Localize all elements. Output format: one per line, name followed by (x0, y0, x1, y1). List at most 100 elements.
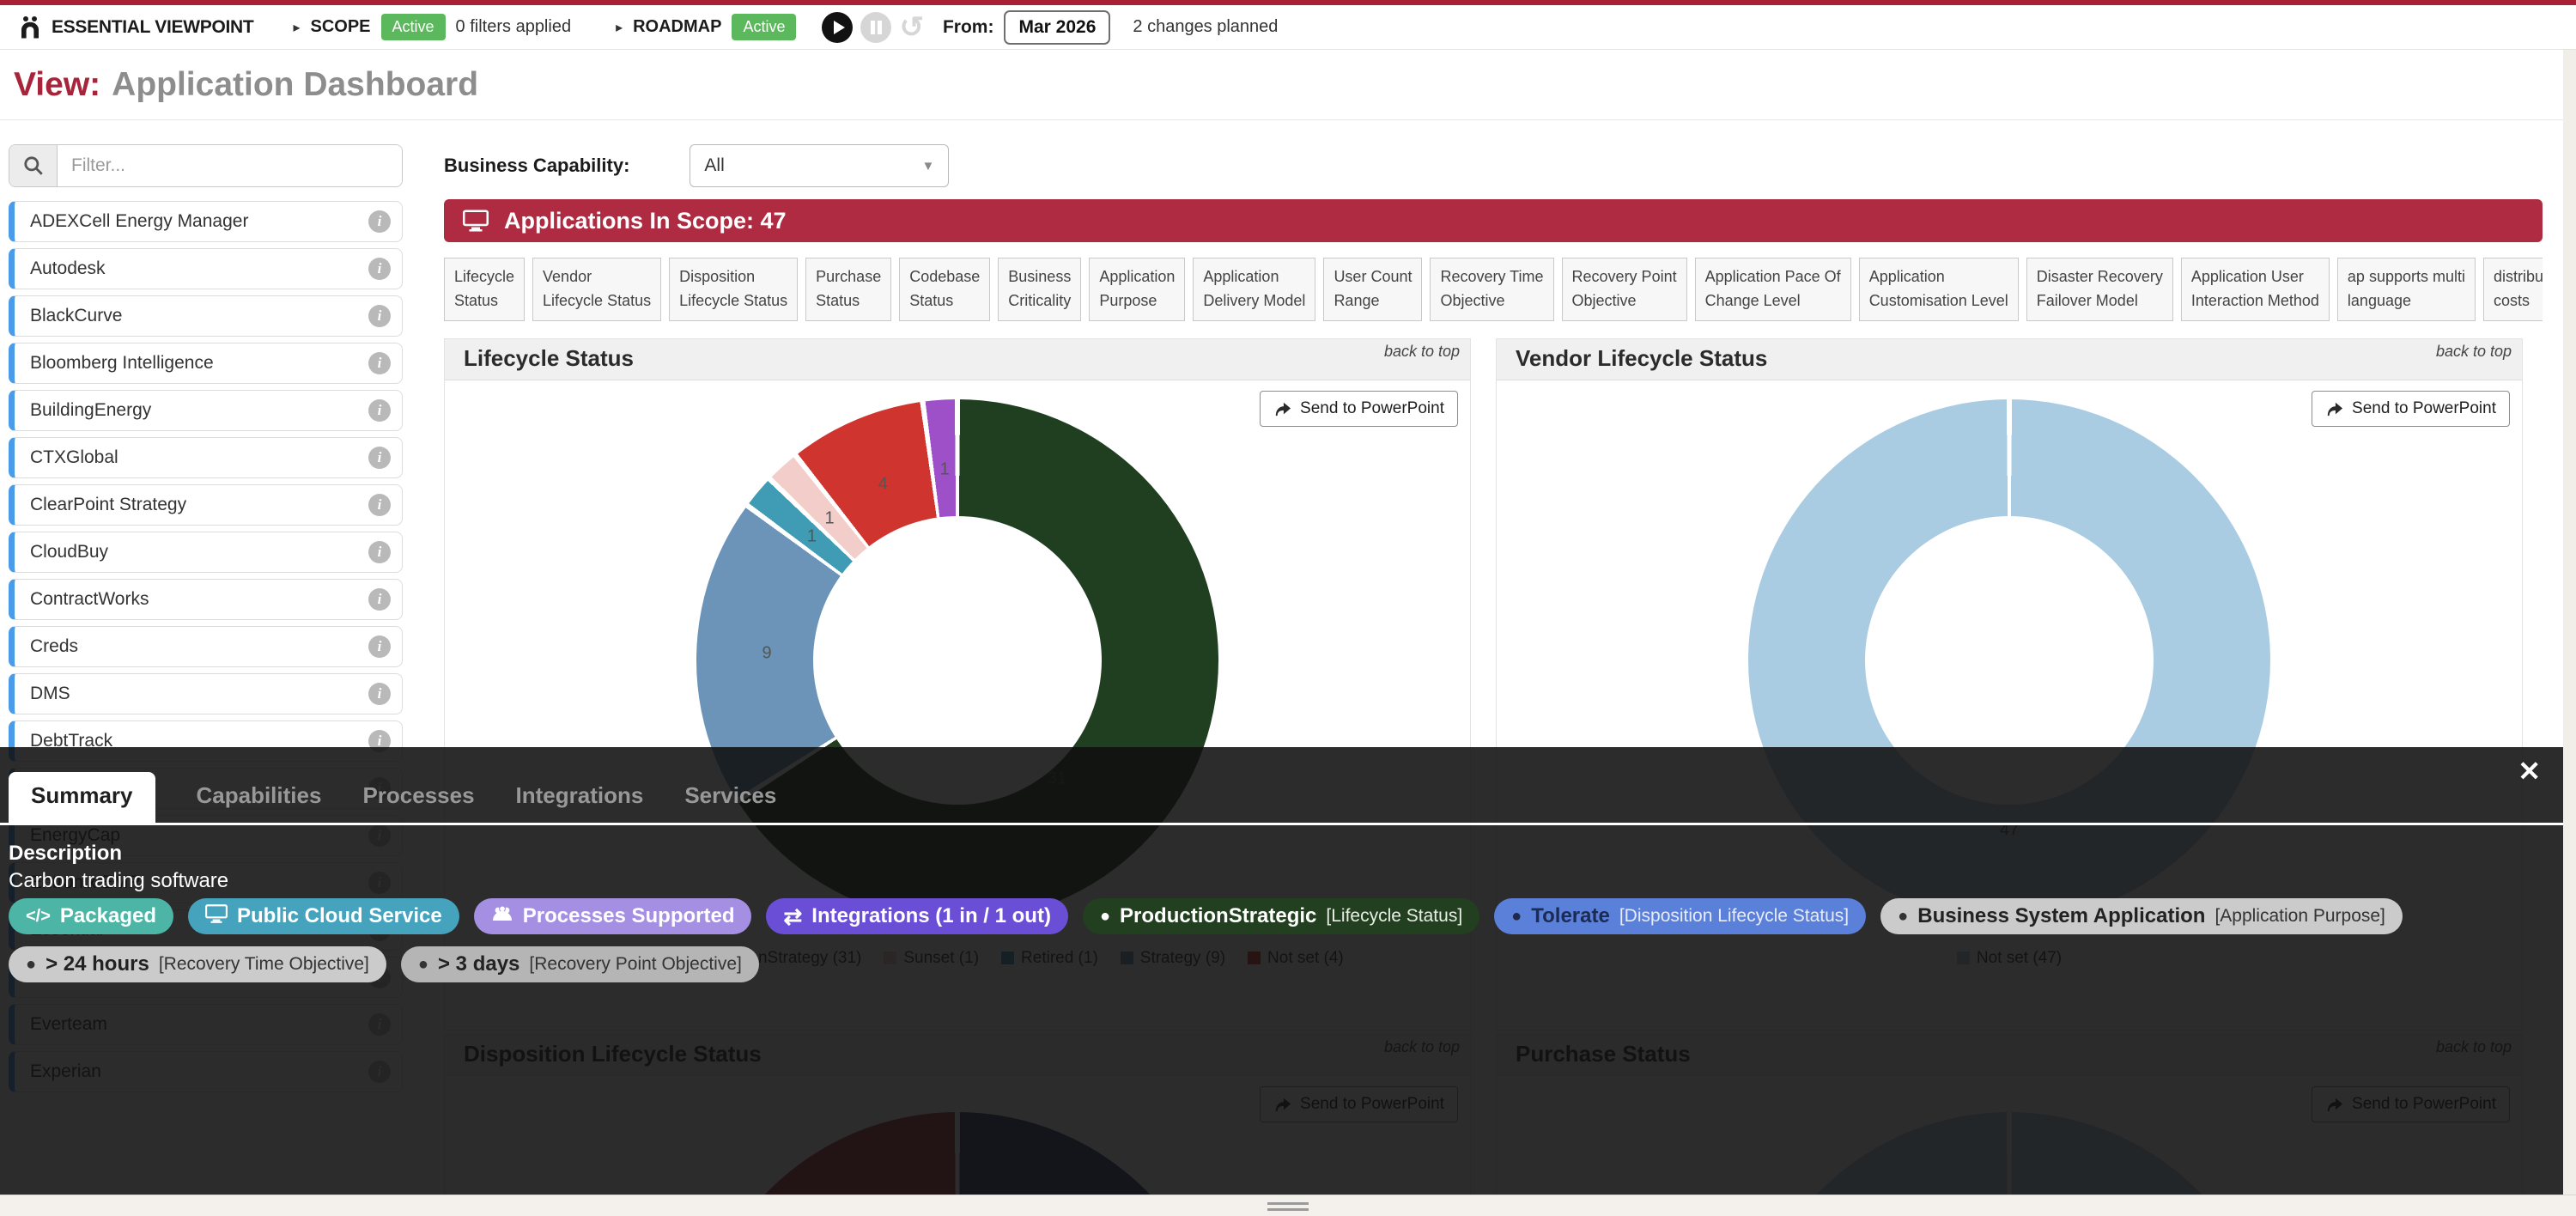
scope-nav[interactable]: ▸ SCOPE Active 0 filters applied (293, 14, 571, 40)
attribute-chip[interactable]: Vendor Lifecycle Status (532, 258, 661, 321)
info-icon[interactable]: i (368, 588, 391, 611)
attribute-chip[interactable]: distribute costs (2483, 258, 2543, 321)
info-icon[interactable]: i (368, 683, 391, 705)
badge-label: Integrations (1 in / 1 out) (811, 904, 1051, 928)
arrows-icon: ⇄ (783, 903, 802, 930)
application-name: BuildingEnergy (30, 400, 151, 421)
application-name: Bloomberg Intelligence (30, 353, 214, 374)
tab-processes[interactable]: Processes (362, 782, 474, 823)
info-icon[interactable]: i (368, 494, 391, 516)
badge-label: ProductionStrategic (1120, 904, 1316, 928)
application-name: CloudBuy (30, 542, 108, 562)
attribute-chip[interactable]: Application User Interaction Method (2181, 258, 2330, 321)
info-icon[interactable]: i (368, 635, 391, 658)
pause-button[interactable] (860, 12, 891, 43)
roadmap-status-badge[interactable]: Active (732, 14, 796, 40)
share-arrow-icon (1273, 400, 1292, 417)
tab-services[interactable]: Services (684, 782, 776, 823)
send-to-powerpoint-button[interactable]: Send to PowerPoint (1260, 391, 1458, 427)
page-title-row: View: Application Dashboard (0, 50, 2576, 120)
play-button[interactable] (822, 12, 853, 43)
from-label: From: (943, 17, 994, 38)
badge-public-cloud-service[interactable]: Public Cloud Service (188, 898, 459, 934)
detail-tabs: Summary Capabilities Processes Integrations… (9, 764, 776, 823)
tab-summary[interactable]: Summary (9, 772, 155, 823)
badge-integrations-1-in-1-out[interactable]: ⇄ Integrations (1 in / 1 out) (766, 898, 1067, 934)
dot-icon: ● (1898, 908, 1908, 925)
attribute-chip[interactable]: Lifecycle Status (444, 258, 525, 321)
tab-underline (0, 823, 2576, 825)
app-logo: ESSENTIAL VIEWPOINT (17, 15, 253, 40)
application-list-item[interactable]: Credsi (9, 626, 403, 667)
attribute-chip[interactable]: User Count Range (1323, 258, 1422, 321)
application-list-item[interactable]: CTXGlobal i (9, 437, 403, 478)
roadmap-nav[interactable]: ▸ ROADMAP Active (616, 14, 796, 40)
attribute-chip[interactable]: Application Delivery Model (1193, 258, 1315, 321)
application-list-item[interactable]: DMSi (9, 673, 403, 714)
badge-suffix: [Lifecycle Status] (1326, 906, 1462, 927)
page-title: Application Dashboard (112, 66, 478, 104)
scrollbar-track[interactable] (2563, 50, 2576, 1216)
scope-label[interactable]: SCOPE (310, 17, 370, 37)
scope-status-badge[interactable]: Active (381, 14, 446, 40)
application-list-item[interactable]: ClearPoint Strategyi (9, 484, 403, 526)
attribute-chip[interactable]: ap supports multi language (2337, 258, 2476, 321)
bottom-resize-bar (0, 1195, 2576, 1216)
business-capability-select[interactable]: All ▼ (690, 144, 949, 187)
attribute-chip[interactable]: Application Customisation Level (1859, 258, 2019, 321)
badge-3-days[interactable]: ●> 3 days[Recovery Point Objective] (401, 946, 759, 982)
application-name: CTXGlobal (30, 447, 118, 468)
badge-suffix: [Recovery Time Objective] (159, 954, 369, 975)
info-icon[interactable]: i (368, 399, 391, 422)
history-reset-button[interactable]: ↺ (899, 12, 924, 43)
info-icon[interactable]: i (368, 305, 391, 327)
info-icon[interactable]: i (368, 541, 391, 563)
attribute-chip[interactable]: Application Purpose (1089, 258, 1185, 321)
tab-capabilities[interactable]: Capabilities (197, 782, 322, 823)
info-icon[interactable]: i (368, 447, 391, 469)
info-icon[interactable]: i (368, 258, 391, 280)
application-list-item[interactable]: Autodeski (9, 248, 403, 289)
send-to-powerpoint-button[interactable]: Send to PowerPoint (2312, 391, 2510, 427)
badge-packaged[interactable]: </>Packaged (9, 898, 173, 934)
application-list-item[interactable]: CloudBuy i (9, 532, 403, 573)
application-list-item[interactable]: Bloomberg Intelligence i (9, 343, 403, 384)
attribute-chip[interactable]: Recovery Time Objective (1430, 258, 1553, 321)
attribute-chip[interactable]: Disposition Lifecycle Status (669, 258, 798, 321)
attribute-chip[interactable]: Codebase Status (899, 258, 990, 321)
badge-productionstrategic[interactable]: ●ProductionStrategic[Lifecycle Status] (1083, 898, 1479, 934)
attribute-chip[interactable]: Disaster Recovery Failover Model (2026, 258, 2173, 321)
attribute-chip[interactable]: Recovery Point Objective (1562, 258, 1687, 321)
badge-tolerate[interactable]: ●Tolerate[Disposition Lifecycle Status] (1494, 898, 1866, 934)
badge-label: > 3 days (438, 952, 519, 976)
badge-label: Packaged (60, 904, 156, 928)
tab-integrations[interactable]: Integrations (516, 782, 644, 823)
back-to-top-link[interactable]: back to top (2436, 343, 2512, 361)
application-list-item[interactable]: BlackCurve i (9, 295, 403, 337)
filter-input[interactable] (58, 145, 402, 186)
application-list-item[interactable]: ContractWorksi (9, 579, 403, 620)
application-list-item[interactable]: BuildingEnergy i (9, 390, 403, 431)
drag-handle[interactable] (1267, 1202, 1309, 1214)
badge-label: Business System Application (1917, 904, 2205, 928)
top-bar: ESSENTIAL VIEWPOINT ▸ SCOPE Active 0 fil… (0, 0, 2576, 50)
attribute-chip[interactable]: Application Pace Of Change Level (1695, 258, 1851, 321)
badge-business-system-application[interactable]: ●Business System Application[Application… (1880, 898, 2403, 934)
application-list-item[interactable]: ADEXCell Energy Manageri (9, 201, 403, 242)
badge-processes-supported[interactable]: Processes Supported (474, 898, 752, 934)
application-name: BlackCurve (30, 306, 122, 326)
info-icon[interactable]: i (368, 352, 391, 374)
banner-text: Applications In Scope: 47 (504, 208, 787, 234)
roadmap-label[interactable]: ROADMAP (633, 17, 721, 37)
badge-24-hours[interactable]: ●> 24 hours[Recovery Time Objective] (9, 946, 386, 982)
close-icon[interactable]: ✕ (2518, 757, 2541, 785)
from-date-picker[interactable]: Mar 2026 (1004, 10, 1110, 45)
attribute-chip[interactable]: Business Criticality (998, 258, 1081, 321)
back-to-top-link[interactable]: back to top (1384, 343, 1460, 361)
info-icon[interactable]: i (368, 210, 391, 233)
description-text: Carbon trading software (9, 869, 228, 893)
attribute-chip[interactable]: Purchase Status (805, 258, 891, 321)
view-label: View: (14, 66, 100, 104)
chevron-right-icon: ▸ (616, 19, 623, 36)
attribute-chips-row: Lifecycle StatusVendor Lifecycle StatusD… (444, 258, 2543, 321)
